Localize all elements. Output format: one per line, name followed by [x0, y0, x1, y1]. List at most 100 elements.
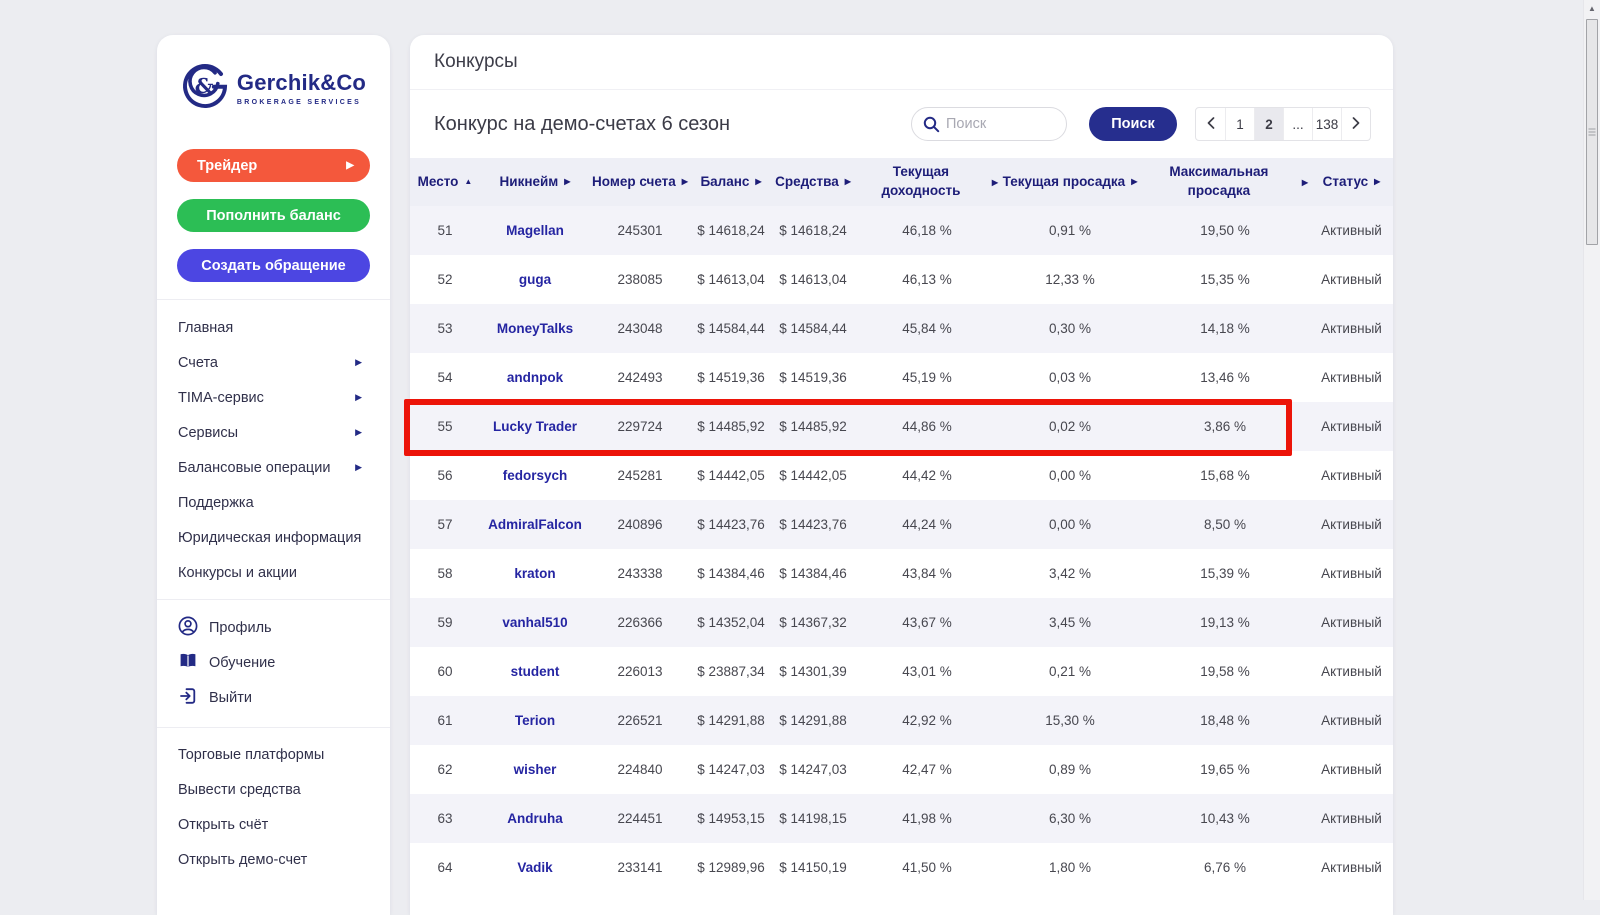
sort-icon[interactable]: ▶	[1302, 178, 1308, 187]
browser-scrollbar[interactable]: ▲	[1583, 0, 1600, 900]
profile-link[interactable]: Профиль	[157, 610, 390, 645]
account-section: Профиль Обучение Выйти	[157, 600, 390, 727]
table-column-header[interactable]: Текущая доходность ▶	[854, 158, 1000, 206]
sidebar-footer-link[interactable]: Вывести средства	[157, 772, 390, 807]
scrollbar-thumb[interactable]	[1586, 19, 1598, 245]
create-ticket-button[interactable]: Создать обращение	[177, 249, 370, 282]
column-header-label: Статус	[1322, 173, 1369, 189]
table-row: 52 guga 238085 $ 14613,04 $ 14613,04 46,…	[410, 255, 1393, 304]
svg-text:&: &	[195, 73, 214, 98]
pagination-next-button[interactable]	[1341, 108, 1370, 140]
cell-nickname-link[interactable]: vanhal510	[480, 598, 590, 647]
sort-icon[interactable]: ▶	[682, 177, 688, 186]
table-column-header[interactable]: Текущая просадка ▶	[1000, 158, 1140, 206]
sidebar-menu-item[interactable]: Сервисы ▶	[157, 415, 390, 450]
sort-icon[interactable]: ▶	[992, 178, 998, 187]
cell-nickname-link[interactable]: Lucky Trader	[480, 402, 590, 451]
sidebar-buttons: Трейдер ▶ Пополнить баланс Создать обращ…	[157, 119, 390, 282]
cell-current-yield: 42,47 %	[902, 762, 952, 777]
pagination: 1 2 ... 138	[1195, 107, 1371, 141]
cell-nickname-link[interactable]: AdmiralFalcon	[480, 500, 590, 549]
cell-current-yield: 44,24 %	[854, 500, 1000, 549]
table-column-header[interactable]: Никнейм ▶	[480, 158, 590, 206]
search-box[interactable]	[911, 107, 1067, 141]
cell-max-drawdown: 10,43 %	[1140, 794, 1310, 843]
sort-icon[interactable]: ▶	[845, 177, 851, 186]
cell-nickname-link[interactable]: Vadik	[480, 843, 590, 892]
cell-nickname-link[interactable]: fedorsych	[480, 451, 590, 500]
cell-max-drawdown: 3,86 %	[1140, 402, 1310, 451]
table-row: 53 MoneyTalks 243048 $ 14584,44 $ 14584,…	[410, 304, 1393, 353]
brand-logo[interactable]: & Gerchik&Co BROKERAGE SERVICES	[157, 35, 390, 119]
cell-max-drawdown: 8,50 %	[1140, 500, 1310, 549]
topup-balance-button[interactable]: Пополнить баланс	[177, 199, 370, 232]
sidebar-menu-item[interactable]: TIMA-сервис ▶	[157, 380, 390, 415]
main-panel: Конкурсы Конкурс на демо-счетах 6 сезон …	[410, 35, 1393, 915]
sort-icon[interactable]: ▶	[1374, 177, 1380, 186]
sort-icon[interactable]: ▶	[1131, 177, 1137, 186]
cell-status: Активный	[1321, 860, 1382, 875]
education-link[interactable]: Обучение	[157, 645, 390, 680]
cell-current-yield: 41,50 %	[902, 860, 952, 875]
sidebar-footer-link[interactable]: Открыть счёт	[157, 807, 390, 842]
cell-account-number: 245281	[617, 468, 663, 483]
sidebar-menu-item[interactable]: Конкурсы и акции	[157, 555, 390, 590]
table-column-header[interactable]: Максимальная просадка ▶	[1140, 158, 1310, 206]
cell-nickname-link[interactable]: student	[480, 647, 590, 696]
pagination-page-1[interactable]: 1	[1225, 108, 1254, 140]
column-header-label: Номер счета	[592, 173, 676, 189]
cell-nickname-link[interactable]: wisher	[480, 745, 590, 794]
cell-funds: $ 14198,15	[772, 794, 854, 843]
sidebar-menu-item[interactable]: Юридическая информация	[157, 520, 390, 555]
cell-current-drawdown: 0,02 %	[1000, 402, 1140, 451]
sidebar-menu: Главная Счета ▶ TIMA-сервис ▶ Сервисы ▶ …	[157, 300, 390, 599]
sidebar-footer-link[interactable]: Открыть демо-счет	[157, 842, 390, 877]
sidebar-menu-item[interactable]: Счета ▶	[157, 345, 390, 380]
cell-funds: $ 14519,36	[779, 370, 847, 385]
column-header-label: Текущая доходность	[881, 164, 961, 198]
cell-nickname-link[interactable]: MoneyTalks	[480, 304, 590, 353]
cell-nickname-link[interactable]: Terion	[480, 696, 590, 745]
cell-balance: $ 14613,04	[697, 272, 765, 287]
column-header-label: Средства	[775, 173, 839, 189]
table-column-header[interactable]: Номер счета ▶	[590, 158, 690, 206]
sidebar-menu-item[interactable]: Балансовые операции ▶	[157, 450, 390, 485]
search-input[interactable]	[946, 116, 1058, 132]
cell-place: 60	[437, 664, 453, 679]
cell-balance: $ 14291,88	[690, 696, 772, 745]
cell-nickname-link[interactable]: kraton	[480, 549, 590, 598]
pagination-prev-button[interactable]	[1196, 108, 1225, 140]
sidebar-footer-link[interactable]: Торговые платформы	[157, 737, 390, 772]
table-column-header[interactable]: Место ▲	[410, 158, 480, 206]
cell-current-drawdown: 0,30 %	[1000, 304, 1140, 353]
sort-icon[interactable]: ▶	[755, 177, 761, 186]
table-column-header[interactable]: Статус ▶	[1310, 158, 1393, 206]
trader-button[interactable]: Трейдер ▶	[177, 149, 370, 182]
cell-current-yield: 46,18 %	[854, 206, 1000, 255]
cell-nickname-link[interactable]: andnpok	[480, 353, 590, 402]
sidebar: & Gerchik&Co BROKERAGE SERVICES Трейдер …	[157, 35, 390, 915]
pagination-page-last[interactable]: 138	[1312, 108, 1341, 140]
logout-link[interactable]: Выйти	[157, 680, 390, 715]
chevron-left-icon	[1207, 116, 1215, 132]
cell-place: 52	[437, 272, 453, 287]
sidebar-footer-links: Торговые платформы Вывести средства Откр…	[157, 728, 390, 883]
cell-account-number: 242493	[617, 370, 663, 385]
cell-nickname-link[interactable]: Andruha	[480, 794, 590, 843]
table-column-header[interactable]: Баланс ▶	[690, 158, 772, 206]
cell-balance: $ 14384,46	[697, 566, 765, 581]
cell-funds: $ 14485,92	[772, 402, 854, 451]
cell-funds: $ 14442,05	[779, 468, 847, 483]
cell-max-drawdown: 14,18 %	[1140, 304, 1310, 353]
scrollbar-up-arrow-icon[interactable]: ▲	[1584, 0, 1600, 17]
sidebar-menu-item[interactable]: Поддержка	[157, 485, 390, 520]
pagination-page-2-active[interactable]: 2	[1254, 108, 1283, 140]
cell-nickname-link[interactable]: Magellan	[480, 206, 590, 255]
search-button[interactable]: Поиск	[1089, 107, 1177, 141]
cell-funds: $ 14247,03	[779, 762, 847, 777]
sort-icon[interactable]: ▶	[564, 177, 570, 186]
table-column-header[interactable]: Средства ▶	[772, 158, 854, 206]
sort-icon[interactable]: ▲	[464, 177, 472, 186]
cell-nickname-link[interactable]: guga	[480, 255, 590, 304]
sidebar-menu-item[interactable]: Главная	[157, 310, 390, 345]
